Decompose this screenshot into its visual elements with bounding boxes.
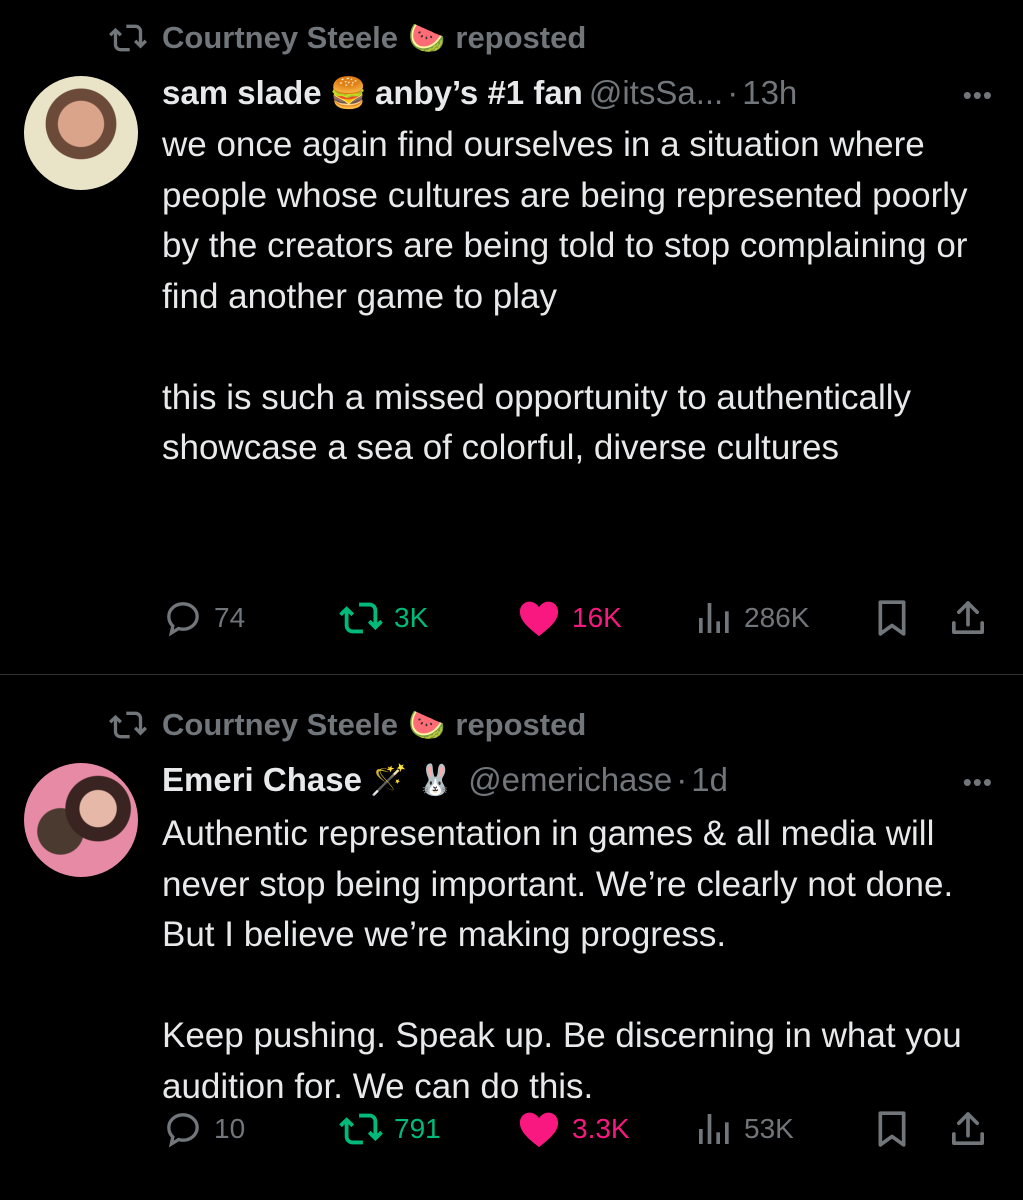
view-count: 53K bbox=[744, 1113, 794, 1144]
display-name[interactable]: Emeri Chase bbox=[162, 761, 362, 799]
tweet[interactable]: Courtney Steele 🍉 reposted sam slade 🍔 a… bbox=[0, 0, 1023, 675]
reply-count: 10 bbox=[214, 1113, 246, 1144]
reposter-name[interactable]: Courtney Steele bbox=[162, 707, 398, 743]
reply-button[interactable]: 10 bbox=[162, 1109, 245, 1149]
action-bar: 74 3K 16K 286K bbox=[162, 598, 993, 638]
like-count: 3.3K bbox=[572, 1113, 630, 1144]
display-name[interactable]: sam slade bbox=[162, 74, 322, 112]
separator-dot: · bbox=[676, 761, 688, 798]
bookmark-icon bbox=[878, 600, 906, 636]
action-bar: 10 791 3.3K 53K bbox=[162, 1109, 993, 1149]
share-button[interactable] bbox=[948, 1109, 998, 1149]
timestamp[interactable]: 13h bbox=[742, 74, 797, 112]
repost-icon bbox=[109, 24, 147, 52]
reposted-label: reposted bbox=[455, 707, 587, 742]
repost-count: 791 bbox=[394, 1113, 441, 1144]
views-button[interactable]: 286K bbox=[694, 598, 809, 638]
timestamp[interactable]: 1d bbox=[691, 761, 728, 799]
repost-context: Courtney Steele 🍉 reposted bbox=[108, 707, 586, 743]
bookmark-icon bbox=[878, 1111, 906, 1147]
name-emoji: 🍔 bbox=[329, 75, 367, 111]
tweet-text: we once again find ourselves in a situat… bbox=[162, 125, 968, 467]
avatar[interactable] bbox=[24, 763, 138, 877]
share-icon bbox=[952, 1112, 984, 1145]
repost-button[interactable]: 3K bbox=[338, 598, 428, 638]
name-emoji: 🪄 🐰 bbox=[369, 762, 455, 798]
tweet-text: Authentic representation in games & all … bbox=[162, 814, 962, 1106]
view-count: 286K bbox=[744, 602, 810, 633]
like-button[interactable]: 16K bbox=[516, 598, 622, 638]
bookmark-button[interactable] bbox=[872, 1109, 922, 1149]
heart-icon bbox=[519, 601, 559, 637]
tweet-header: Emeri Chase 🪄 🐰 @emerichase · 1d bbox=[162, 757, 993, 803]
separator-dot: · bbox=[727, 74, 739, 111]
like-count: 16K bbox=[572, 602, 622, 633]
repost-count: 3K bbox=[394, 602, 429, 633]
repost-icon bbox=[339, 1113, 383, 1145]
more-options-icon[interactable]: ••• bbox=[963, 767, 993, 798]
reply-icon bbox=[167, 1113, 199, 1148]
reposter-emoji: 🍉 bbox=[408, 707, 446, 743]
tweet[interactable]: Courtney Steele 🍉 reposted Emeri Chase 🪄… bbox=[0, 675, 1023, 1199]
reposted-label: reposted bbox=[455, 20, 587, 55]
reply-button[interactable]: 74 bbox=[162, 598, 245, 638]
repost-icon bbox=[339, 602, 383, 634]
reposter-emoji: 🍉 bbox=[408, 20, 446, 56]
share-button[interactable] bbox=[948, 598, 998, 638]
repost-button[interactable]: 791 bbox=[338, 1109, 441, 1149]
like-button[interactable]: 3.3K bbox=[516, 1109, 630, 1149]
repost-context: Courtney Steele 🍉 reposted bbox=[108, 20, 586, 56]
reposter-name[interactable]: Courtney Steele bbox=[162, 20, 398, 56]
share-icon bbox=[952, 601, 984, 634]
bookmark-button[interactable] bbox=[872, 598, 922, 638]
more-options-icon[interactable]: ••• bbox=[963, 80, 993, 111]
handle[interactable]: @itsSa... bbox=[589, 74, 723, 112]
reply-icon bbox=[167, 602, 199, 637]
avatar[interactable] bbox=[24, 76, 138, 190]
analytics-icon bbox=[699, 603, 729, 633]
reply-count: 74 bbox=[214, 602, 246, 633]
repost-icon bbox=[109, 711, 147, 739]
display-name-suffix[interactable]: anby’s #1 fan bbox=[375, 74, 583, 112]
tweet-header: sam slade 🍔 anby’s #1 fan @itsSa... · 13… bbox=[162, 70, 993, 116]
handle[interactable]: @emerichase bbox=[468, 761, 672, 799]
analytics-icon bbox=[699, 1114, 729, 1144]
heart-icon bbox=[519, 1112, 559, 1148]
views-button[interactable]: 53K bbox=[694, 1109, 794, 1149]
